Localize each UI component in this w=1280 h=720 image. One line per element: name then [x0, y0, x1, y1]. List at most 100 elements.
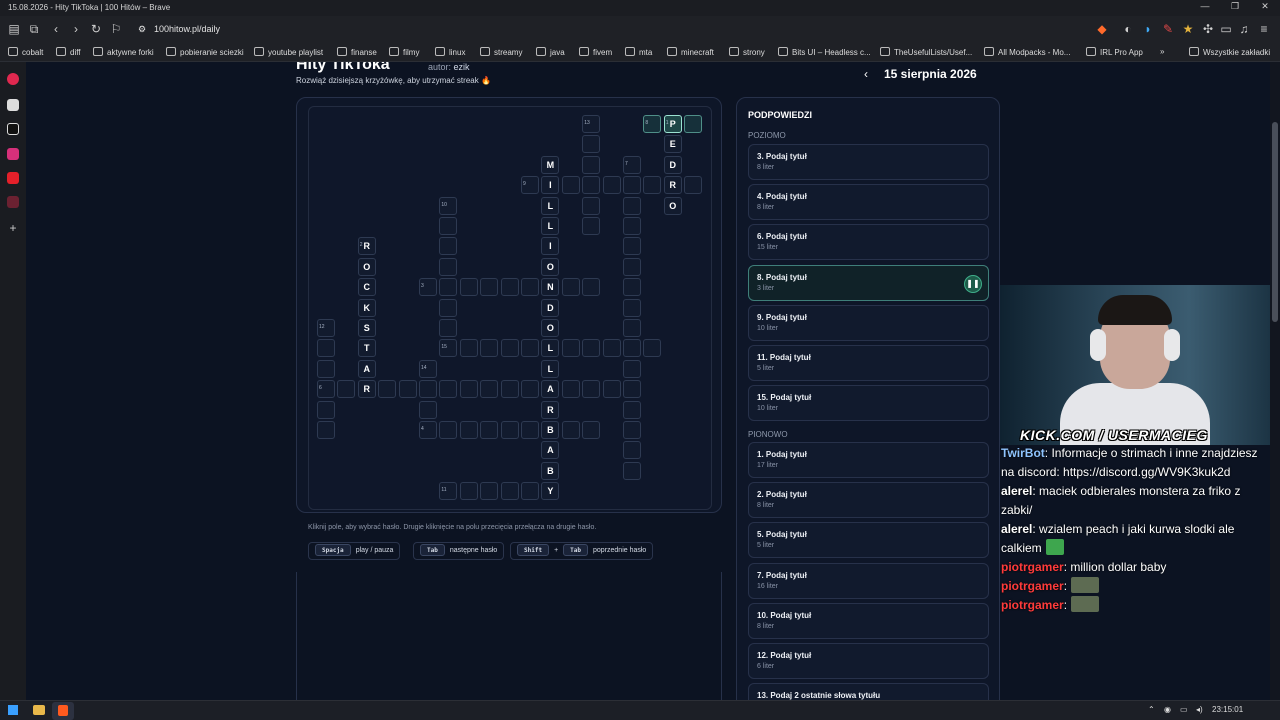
close-button[interactable]: ✕	[1250, 1, 1280, 12]
tabs-icon[interactable]: ⧉	[26, 21, 42, 37]
network-icon[interactable]: ▭	[1180, 705, 1188, 714]
clue-item[interactable]: 2. Podaj tytuł 8 liter	[748, 482, 989, 519]
crossword-cell[interactable]: 11	[439, 482, 458, 501]
crossword-cell[interactable]	[439, 237, 458, 256]
clue-item[interactable]: 1. Podaj tytuł 17 liter	[748, 442, 989, 478]
crossword-cell[interactable]: O	[357, 257, 376, 276]
crossword-cell[interactable]: 7	[623, 155, 641, 174]
clue-item[interactable]: 15. Podaj tytuł 10 liter	[748, 385, 989, 422]
crossword-cell[interactable]	[521, 380, 539, 399]
maximize-button[interactable]: ❐	[1220, 1, 1250, 12]
crossword-cell[interactable]: K	[357, 298, 376, 317]
sidebar-app-icon[interactable]	[7, 73, 19, 85]
crossword-cell[interactable]	[378, 380, 397, 399]
crossword-cell[interactable]	[623, 196, 641, 215]
crossword-cell[interactable]	[459, 482, 478, 501]
crossword-cell[interactable]	[337, 380, 356, 399]
back-icon[interactable]: ‹	[48, 21, 64, 37]
clue-item[interactable]: 8. Podaj tytuł 3 liter ❚❚	[748, 264, 989, 301]
crossword-cell[interactable]: I	[541, 237, 560, 256]
crossword-cell[interactable]: 4	[419, 421, 437, 439]
crossword-cell[interactable]	[317, 421, 335, 439]
crossword-cell[interactable]	[521, 278, 539, 297]
prev-date-button[interactable]: ‹	[864, 67, 868, 81]
crossword-cell[interactable]: A	[357, 359, 376, 378]
menu-icon[interactable]: ≡	[1256, 21, 1272, 37]
bookmark-item[interactable]: aktywne forki	[93, 47, 154, 57]
crossword-cell[interactable]	[439, 421, 458, 439]
clue-item[interactable]: 7. Podaj tytuł 16 liter	[748, 562, 989, 599]
crossword-cell[interactable]	[439, 298, 458, 317]
media-icon[interactable]: ♫	[1236, 21, 1252, 37]
crossword-cell[interactable]	[623, 237, 641, 256]
chat-username[interactable]: alerel	[1001, 484, 1032, 498]
crossword-cell[interactable]: B	[541, 461, 560, 480]
crossword-cell[interactable]	[439, 217, 458, 235]
crossword-cell[interactable]	[623, 461, 641, 480]
crossword-cell[interactable]	[500, 339, 519, 358]
crossword-cell[interactable]	[459, 380, 478, 399]
crossword-cell[interactable]: O	[663, 196, 682, 215]
extensions-icon[interactable]: ✣	[1200, 21, 1216, 37]
crossword-cell[interactable]	[480, 278, 499, 297]
sidebar-toggle-icon[interactable]: ▤	[6, 21, 22, 37]
crossword-cell[interactable]	[623, 278, 641, 297]
instagram-icon[interactable]	[7, 148, 19, 160]
crossword-cell[interactable]	[643, 339, 662, 358]
pause-icon[interactable]: ❚❚	[964, 274, 982, 293]
crossword-cell[interactable]	[623, 441, 641, 460]
bookmark-folder[interactable]: java	[536, 47, 565, 57]
crossword-cell[interactable]	[561, 380, 580, 399]
crossword-cell[interactable]: R	[663, 176, 682, 195]
crossword-cell[interactable]	[500, 421, 519, 439]
crossword-cell[interactable]: L	[541, 217, 560, 235]
crossword-cell[interactable]	[439, 257, 458, 276]
crossword-cell[interactable]	[500, 482, 519, 501]
crossword-cell[interactable]: 3	[419, 278, 437, 297]
forward-icon[interactable]: ›	[68, 21, 84, 37]
bookmark-item[interactable]: pobieranie sciezki	[166, 47, 244, 57]
bookmark-item[interactable]: IRL Pro App	[1086, 47, 1143, 57]
crossword-cell[interactable]: L	[541, 339, 560, 358]
crossword-cell[interactable]	[582, 217, 601, 235]
explorer-icon[interactable]	[33, 705, 45, 715]
bookmark-folder[interactable]: filmy	[389, 47, 419, 57]
scrollbar-thumb[interactable]	[1272, 122, 1278, 322]
clue-item[interactable]: 11. Podaj tytuł 5 liter	[748, 345, 989, 381]
crossword-cell[interactable]	[623, 257, 641, 276]
start-icon[interactable]	[8, 705, 18, 715]
crossword-cell[interactable]: 12	[317, 319, 335, 337]
chat-username[interactable]: piotrgamer	[1001, 598, 1064, 612]
crossword-cell[interactable]	[480, 339, 499, 358]
crossword-cell[interactable]: C	[357, 278, 376, 297]
bookmark-folder[interactable]: streamy	[480, 47, 522, 57]
bookmark-icon[interactable]: ⚐	[108, 21, 124, 37]
crossword-cell[interactable]	[561, 278, 580, 297]
clue-item[interactable]: 12. Podaj tytuł 6 liter	[748, 643, 989, 679]
crossword-cell[interactable]	[623, 319, 641, 337]
crossword-cell[interactable]: O	[541, 319, 560, 337]
page-scrollbar[interactable]	[1270, 62, 1280, 700]
crossword-cell[interactable]: A	[541, 441, 560, 460]
crossword-cell[interactable]: D	[541, 298, 560, 317]
volume-icon[interactable]: ◂)	[1196, 705, 1203, 714]
crossword-cell[interactable]	[521, 482, 539, 501]
crossword-cell[interactable]: 15	[439, 339, 458, 358]
crossword-cell[interactable]	[480, 482, 499, 501]
crossword-cell[interactable]	[623, 298, 641, 317]
clue-item[interactable]: 4. Podaj tytuł 8 liter	[748, 184, 989, 221]
crossword-cell[interactable]	[459, 278, 478, 297]
tray-app-icon[interactable]: ◉	[1164, 705, 1171, 714]
bookmark-folder[interactable]: strony	[729, 47, 765, 57]
clue-item[interactable]: 9. Podaj tytuł 10 liter	[748, 304, 989, 341]
crossword-cell[interactable]	[398, 380, 417, 399]
crossword-cell[interactable]: M	[541, 155, 560, 174]
crossword-cell[interactable]	[561, 421, 580, 439]
crossword-cell[interactable]: B	[541, 421, 560, 439]
extension-icon[interactable]: ◐	[1120, 21, 1136, 37]
crossword-cell[interactable]	[317, 359, 335, 378]
crossword-cell[interactable]	[582, 176, 601, 195]
crossword-cell[interactable]: R	[541, 400, 560, 419]
crossword-cell[interactable]: S	[357, 319, 376, 337]
sidebar-app-icon[interactable]	[7, 196, 19, 208]
